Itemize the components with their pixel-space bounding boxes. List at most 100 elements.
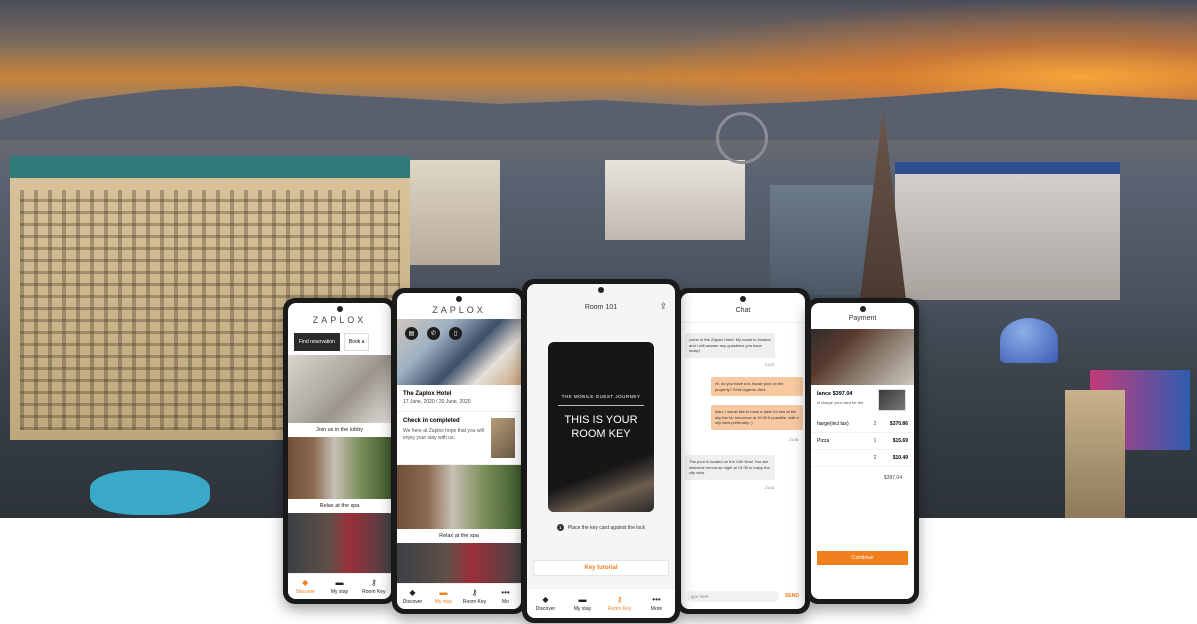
tab-discover[interactable]: ◆ Discover xyxy=(288,574,322,599)
tab-label: Mo xyxy=(502,598,509,605)
tab-label: More xyxy=(650,605,663,612)
payment-total: $397.04 xyxy=(883,474,902,481)
key-tutorial-button[interactable]: Key tutorial xyxy=(533,560,669,576)
phone-chat: Chat come to the Zaplox Hotel. My name i… xyxy=(676,288,810,614)
tab-room-key[interactable]: ⚷ Room Key xyxy=(601,589,638,618)
step-number: 1 xyxy=(556,524,564,531)
camera-icon xyxy=(859,306,866,312)
row-qty: 2 xyxy=(873,420,877,427)
hotel-room-photo: ▤ ✆ ▯ xyxy=(397,319,521,385)
phone-screen: Chat come to the Zaplox Hotel. My name i… xyxy=(681,293,805,609)
card-caption: Relax at the spa xyxy=(397,529,521,543)
camera-icon xyxy=(740,296,746,302)
payment-row: harge(incl tax) 2 $370.86 xyxy=(811,416,914,433)
keycard-title-line: ROOM KEY xyxy=(571,428,631,440)
tab-label: Discover xyxy=(535,605,556,612)
new-york-photo xyxy=(397,543,521,587)
credit-card-icon xyxy=(878,389,906,411)
quick-actions: ▤ ✆ ▯ xyxy=(405,327,462,340)
tab-discover[interactable]: ◆ Discover xyxy=(527,589,564,618)
row-label: Pizza xyxy=(817,437,830,444)
segment-control: Find reservation Book a xyxy=(288,329,391,355)
row-qty: 1 xyxy=(873,437,877,444)
ferris-wheel xyxy=(716,112,768,164)
stay-dates: 17 June, 2020 / 20 June, 2020 xyxy=(397,399,521,412)
bed-icon: ▬ xyxy=(335,577,344,587)
find-reservation-button[interactable]: Find reservation xyxy=(294,333,340,351)
tab-room-key[interactable]: ⚷ Room Key xyxy=(357,574,391,599)
tab-label: Discover xyxy=(402,598,423,605)
instruction: 1 Place the key card against the lock xyxy=(527,524,675,531)
more-icon: ••• xyxy=(501,587,510,597)
checkin-card[interactable]: Check in completed We here at Zaplox hop… xyxy=(397,412,521,465)
card-newyork[interactable] xyxy=(397,543,521,587)
new-york-photo xyxy=(288,513,391,573)
checkin-text: We here at Zaplox hope that you will enj… xyxy=(403,428,484,441)
tab-more[interactable]: ••• Mo xyxy=(490,584,521,609)
phone-discover: ZAPLOX Find reservation Book a Join us i… xyxy=(283,298,396,604)
message-time: 21:41 xyxy=(765,486,775,490)
card-caption: Relax at the spa xyxy=(288,499,391,513)
tab-label: My stay xyxy=(573,605,592,612)
chat-icon[interactable]: ▤ xyxy=(405,327,418,340)
bed-icon: ▬ xyxy=(578,594,587,604)
tab-label: Room Key xyxy=(462,598,487,605)
card-newyork[interactable] xyxy=(288,513,391,573)
keycard-photo xyxy=(548,450,654,512)
pool xyxy=(90,470,210,515)
card-lobby[interactable]: Join us in the lobby xyxy=(288,355,391,437)
row-amount: $15.69 xyxy=(892,437,908,444)
tag-icon: ◆ xyxy=(409,587,416,597)
more-icon: ••• xyxy=(652,594,661,604)
phone-payment: Payment lance $397.04 ill charge your ca… xyxy=(806,298,919,604)
tab-bar: ◆ Discover ▬ My stay ⚷ Room Key ••• Mo xyxy=(397,583,521,609)
tab-bar: ◆ Discover ▬ My stay ⚷ Room Key ••• More xyxy=(527,588,675,618)
door-icon[interactable]: ▯ xyxy=(449,327,462,340)
phone-room-key: Room 101 ⇪ THE MOBILE GUEST JOURNEY THIS… xyxy=(522,279,680,623)
camera-icon xyxy=(456,296,462,302)
row-label: harge(incl tax) xyxy=(817,420,849,427)
continue-button[interactable]: Continue xyxy=(817,551,908,565)
message-time: 21:36 xyxy=(789,438,799,442)
room-key-card[interactable]: THE MOBILE GUEST JOURNEY THIS IS YOUR RO… xyxy=(548,342,654,512)
tab-discover[interactable]: ◆ Discover xyxy=(397,584,428,609)
phone-icon[interactable]: ✆ xyxy=(427,327,440,340)
camera-icon xyxy=(598,287,604,293)
message-time: 21:22 xyxy=(765,363,775,367)
building xyxy=(895,162,1120,300)
phone-screen: ZAPLOX ▤ ✆ ▯ The Zaplox Hotel 17 June, 2… xyxy=(397,293,521,609)
tab-more[interactable]: ••• More xyxy=(638,589,675,618)
phone-screen: Room 101 ⇪ THE MOBILE GUEST JOURNEY THIS… xyxy=(527,284,675,618)
instruction-text: Place the key card against the lock xyxy=(567,524,646,531)
book-button[interactable]: Book a xyxy=(343,333,370,351)
checkin-title: Check in completed xyxy=(403,418,460,424)
tab-my-stay[interactable]: ▬ My stay xyxy=(322,574,356,599)
room-title: Room 101 xyxy=(584,304,618,311)
tab-label: My stay xyxy=(434,598,453,605)
chat-input-bar: ype here SEND xyxy=(681,583,805,609)
key-icon: ⚷ xyxy=(471,587,478,597)
payment-row: Pizza 1 $15.69 xyxy=(811,433,914,450)
balance-section: lance $397.04 ill charge your card for t… xyxy=(811,385,914,411)
tab-label: Discover xyxy=(295,588,315,595)
divider xyxy=(558,405,644,406)
send-button[interactable]: SEND xyxy=(785,593,799,599)
tab-my-stay[interactable]: ▬ My stay xyxy=(564,589,601,618)
key-icon: ⚷ xyxy=(370,577,377,587)
hotel-name: The Zaplox Hotel xyxy=(403,391,452,397)
chat-message: The pool is located on the 11th floor! Y… xyxy=(685,455,775,480)
dome-building xyxy=(1000,318,1058,363)
row-qty: 2 xyxy=(873,454,877,461)
card-spa[interactable]: Relax at the spa xyxy=(288,437,391,513)
card-spa[interactable]: Relax at the spa xyxy=(397,465,521,543)
tab-my-stay[interactable]: ▬ My stay xyxy=(428,584,459,609)
camera-icon xyxy=(336,306,343,312)
phone-screen: ZAPLOX Find reservation Book a Join us i… xyxy=(288,303,391,599)
chat-message: Also, I would like to book a table for t… xyxy=(711,405,803,430)
tab-room-key[interactable]: ⚷ Room Key xyxy=(459,584,490,609)
share-icon[interactable]: ⇪ xyxy=(659,301,667,312)
bed-icon: ▬ xyxy=(439,587,448,597)
checkin-thumbnail xyxy=(491,418,515,458)
tab-label: My stay xyxy=(330,588,349,595)
message-input[interactable]: ype here xyxy=(687,590,780,602)
